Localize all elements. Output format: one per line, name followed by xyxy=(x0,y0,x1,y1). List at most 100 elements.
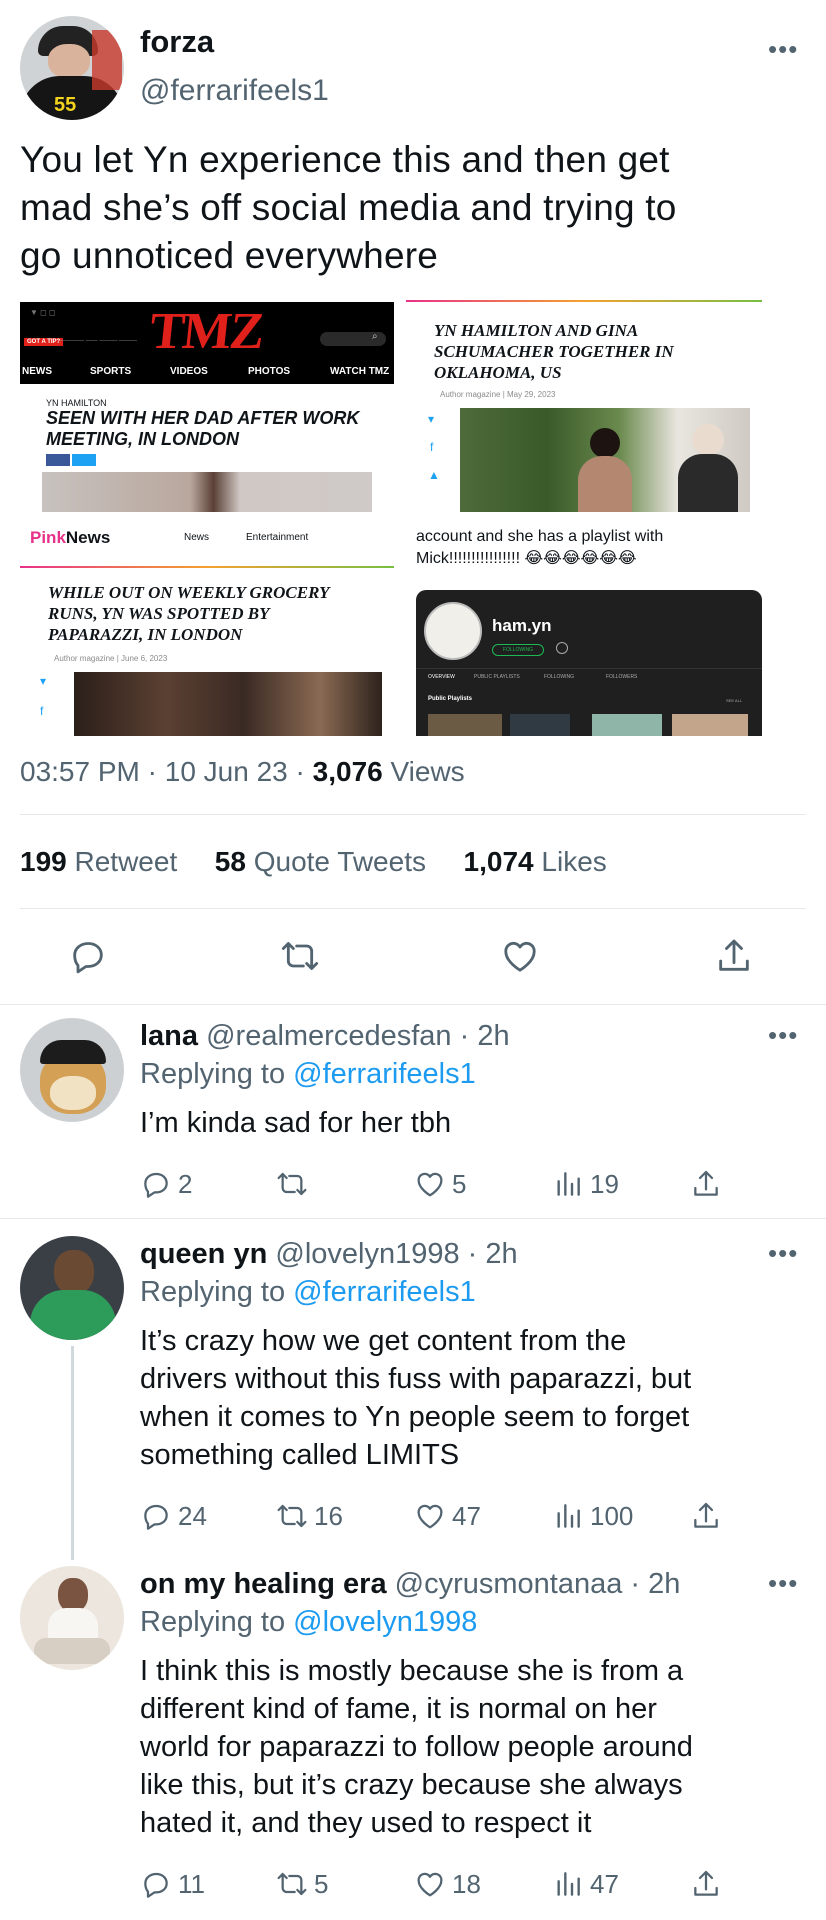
tmz-nav-news: NEWS xyxy=(22,366,52,377)
article1-meta: Author magazine | May 29, 2023 xyxy=(440,390,556,399)
share-action[interactable] xyxy=(690,1868,722,1900)
more-options-icon[interactable]: ••• xyxy=(768,1570,798,1596)
like-button[interactable] xyxy=(500,936,540,976)
reply-header: lana @realmercedesfan · 2h xyxy=(140,1020,510,1052)
retweet-action[interactable] xyxy=(276,1168,314,1200)
share-button[interactable] xyxy=(714,936,754,976)
reply-age: 2h xyxy=(477,1020,510,1052)
tmz-nav-videos: VIDEOS xyxy=(170,366,208,377)
spotify-avatar xyxy=(424,602,482,660)
share-icon xyxy=(714,936,754,976)
engagement-stats: 199 Retweet 58 Quote Tweets 1,074 Likes xyxy=(20,846,607,878)
divider xyxy=(0,1218,826,1219)
reply-handle: @cyrusmontanaa xyxy=(394,1568,623,1600)
replying-to: Replying to @ferrarifeels1 xyxy=(140,1058,476,1090)
replying-to-link[interactable]: @ferrarifeels1 xyxy=(293,1058,476,1090)
views-icon xyxy=(552,1168,584,1200)
like-action[interactable]: 47 xyxy=(414,1500,481,1532)
reply-button[interactable] xyxy=(68,936,108,976)
reply-avatar[interactable] xyxy=(20,1566,124,1670)
views-icon xyxy=(552,1500,584,1532)
tmz-header: ▼ ◻ ◻ GOT A TIP? ———— —— ——— ——— TMZ ⌕ N… xyxy=(20,302,394,384)
reply-header: queen yn @lovelyn1998 · 2h xyxy=(140,1238,518,1270)
reply-action[interactable]: 2 xyxy=(140,1168,192,1200)
spotify-profile-card: ham.yn FOLLOWING OVERVIEW PUBLIC PLAYLIS… xyxy=(416,590,762,736)
reply-icon xyxy=(68,936,108,976)
more-options-icon[interactable]: ••• xyxy=(768,1022,798,1048)
divider xyxy=(20,908,806,909)
share-action[interactable] xyxy=(690,1500,722,1532)
tweet-views-count: 3,076 xyxy=(312,756,383,787)
views-icon xyxy=(552,1868,584,1900)
spotify-see-all: SEE ALL xyxy=(726,698,743,703)
divider xyxy=(0,1004,826,1005)
tweet-text: You let Yn experience this and then get … xyxy=(20,139,677,276)
author-display-name[interactable]: forza xyxy=(140,24,214,60)
heart-icon xyxy=(414,1500,446,1532)
retweet-action[interactable]: 5 xyxy=(276,1868,328,1900)
retweet-icon xyxy=(276,1868,308,1900)
spotify-following-button: FOLLOWING xyxy=(492,644,545,656)
article1-photo xyxy=(460,408,750,512)
reply-display-name: on my healing era xyxy=(140,1568,387,1600)
reply-action[interactable]: 11 xyxy=(140,1868,205,1900)
tweet-time: 03:57 PM xyxy=(20,756,140,787)
tmz-nav-photos: PHOTOS xyxy=(248,366,291,377)
reply-icon xyxy=(140,1168,172,1200)
tmz-photo xyxy=(42,472,372,512)
more-options-icon[interactable]: ••• xyxy=(768,36,798,62)
share-icon xyxy=(690,1500,722,1532)
retweet-stat[interactable]: 199 Retweet xyxy=(20,846,177,877)
share-icon xyxy=(690,1868,722,1900)
reply-text: I’m kinda sad for her tbh xyxy=(140,1107,452,1139)
views-action[interactable]: 47 xyxy=(552,1868,619,1900)
spotify-tab-playlists: PUBLIC PLAYLISTS xyxy=(474,674,520,680)
spotify-section-title: Public Playlists xyxy=(428,696,473,702)
replying-to: Replying to @lovelyn1998 xyxy=(140,1606,478,1638)
spotify-username: ham.yn xyxy=(492,616,552,635)
thread-line xyxy=(71,1346,74,1560)
retweet-action[interactable]: 16 xyxy=(276,1500,343,1532)
retweet-button[interactable] xyxy=(280,936,320,976)
reply-avatar[interactable] xyxy=(20,1236,124,1340)
reply-display-name: lana xyxy=(140,1020,199,1052)
reply-icon xyxy=(140,1500,172,1532)
pinknews-logo: PinkNews xyxy=(30,528,111,547)
heart-icon xyxy=(414,1868,446,1900)
replying-to-link[interactable]: @ferrarifeels1 xyxy=(293,1276,476,1308)
replying-to-link[interactable]: @lovelyn1998 xyxy=(293,1606,477,1638)
pinknews-nav-news: News xyxy=(184,532,210,543)
divider xyxy=(20,814,806,815)
retweet-icon xyxy=(280,936,320,976)
reply-avatar[interactable] xyxy=(20,1018,124,1122)
reply-handle: @lovelyn1998 xyxy=(275,1238,460,1270)
tweet-media-collage[interactable]: ▼ ◻ ◻ GOT A TIP? ———— —— ——— ——— TMZ ⌕ N… xyxy=(20,300,762,736)
more-options-icon[interactable]: ••• xyxy=(768,1240,798,1266)
article2-headline: WHILE OUT ON WEEKLY GROCERY RUNS, YN WAS… xyxy=(48,583,330,644)
share-action[interactable] xyxy=(690,1168,722,1200)
reply-text: It’s crazy how we get content from the d… xyxy=(140,1325,692,1471)
reply-handle: @realmercedesfan xyxy=(206,1020,452,1052)
like-action[interactable]: 18 xyxy=(414,1868,481,1900)
reply-display-name: queen yn xyxy=(140,1238,268,1270)
author-handle[interactable]: @ferrarifeels1 xyxy=(140,74,329,108)
like-action[interactable]: 5 xyxy=(414,1168,466,1200)
views-action[interactable]: 100 xyxy=(552,1500,633,1532)
spotify-tweet-text: account and she has a playlist with Mick… xyxy=(416,528,664,567)
replying-to: Replying to @ferrarifeels1 xyxy=(140,1276,476,1308)
pinknews-nav-entertainment: Entertainment xyxy=(246,532,309,543)
tmz-tip-badge: GOT A TIP? xyxy=(24,338,64,346)
tmz-headline: SEEN WITH HER DAD AFTER WORK MEETING, IN… xyxy=(46,408,360,449)
share-icon xyxy=(690,1168,722,1200)
reply-action[interactable]: 24 xyxy=(140,1500,207,1532)
article2-meta: Author magazine | June 6, 2023 xyxy=(54,654,168,663)
author-avatar[interactable]: 55 xyxy=(20,16,124,120)
quote-stat[interactable]: 58 Quote Tweets xyxy=(215,846,426,877)
reply-age: 2h xyxy=(485,1238,518,1270)
heart-icon xyxy=(500,936,540,976)
reply-age: 2h xyxy=(648,1568,681,1600)
retweet-icon xyxy=(276,1168,308,1200)
views-action[interactable]: 19 xyxy=(552,1168,619,1200)
reply-header: on my healing era @cyrusmontanaa · 2h xyxy=(140,1568,681,1600)
likes-stat[interactable]: 1,074 Likes xyxy=(464,846,607,877)
